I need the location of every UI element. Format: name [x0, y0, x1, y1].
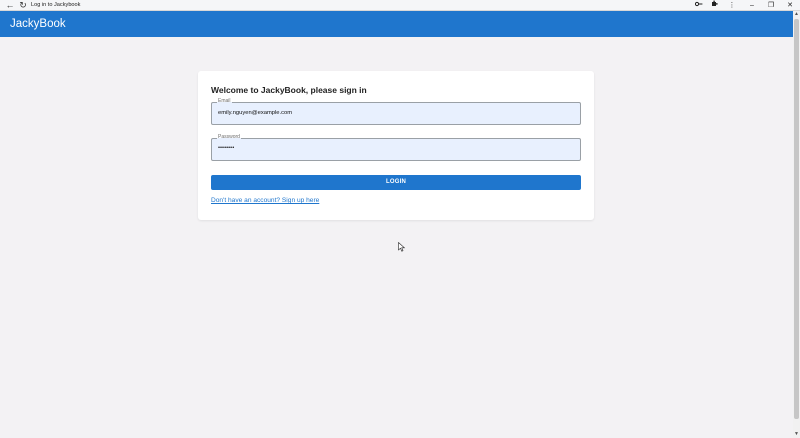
restore-icon[interactable]: ❐: [764, 0, 778, 11]
email-value[interactable]: emily.nguyen@example.com: [218, 110, 292, 116]
vertical-scrollbar[interactable]: ▲ ▼: [793, 11, 800, 438]
scroll-down-icon[interactable]: ▼: [793, 431, 800, 438]
password-field[interactable]: Password ••••••••: [211, 134, 581, 161]
signup-link[interactable]: Don't have an account? Sign up here: [211, 197, 319, 204]
mouse-cursor-icon: [398, 242, 406, 252]
app-brand: JackyBook: [10, 18, 66, 30]
back-arrow-icon[interactable]: ←: [4, 0, 16, 11]
password-label: Password: [217, 134, 241, 141]
reload-icon[interactable]: ↻: [17, 0, 29, 11]
minimize-icon[interactable]: –: [745, 0, 759, 11]
login-heading: Welcome to JackyBook, please sign in: [211, 85, 367, 95]
more-menu-icon[interactable]: ⋮: [725, 0, 739, 11]
email-field[interactable]: Email emily.nguyen@example.com: [211, 98, 581, 125]
password-value[interactable]: ••••••••: [218, 145, 234, 151]
email-label: Email: [217, 98, 232, 105]
tab-title: Log in to Jackybook: [31, 2, 81, 8]
key-icon[interactable]: [692, 0, 706, 11]
extensions-icon[interactable]: [707, 0, 721, 11]
scroll-up-icon[interactable]: ▲: [793, 11, 800, 18]
close-icon[interactable]: ✕: [783, 0, 797, 11]
app-bar: JackyBook: [0, 11, 793, 37]
login-button[interactable]: LOGIN: [211, 175, 581, 190]
scrollbar-thumb[interactable]: [794, 19, 799, 419]
browser-toolbar: ← ↻ Log in to Jackybook ⋮ – ❐ ✕: [0, 0, 800, 11]
login-card: Welcome to JackyBook, please sign in Ema…: [198, 71, 594, 220]
